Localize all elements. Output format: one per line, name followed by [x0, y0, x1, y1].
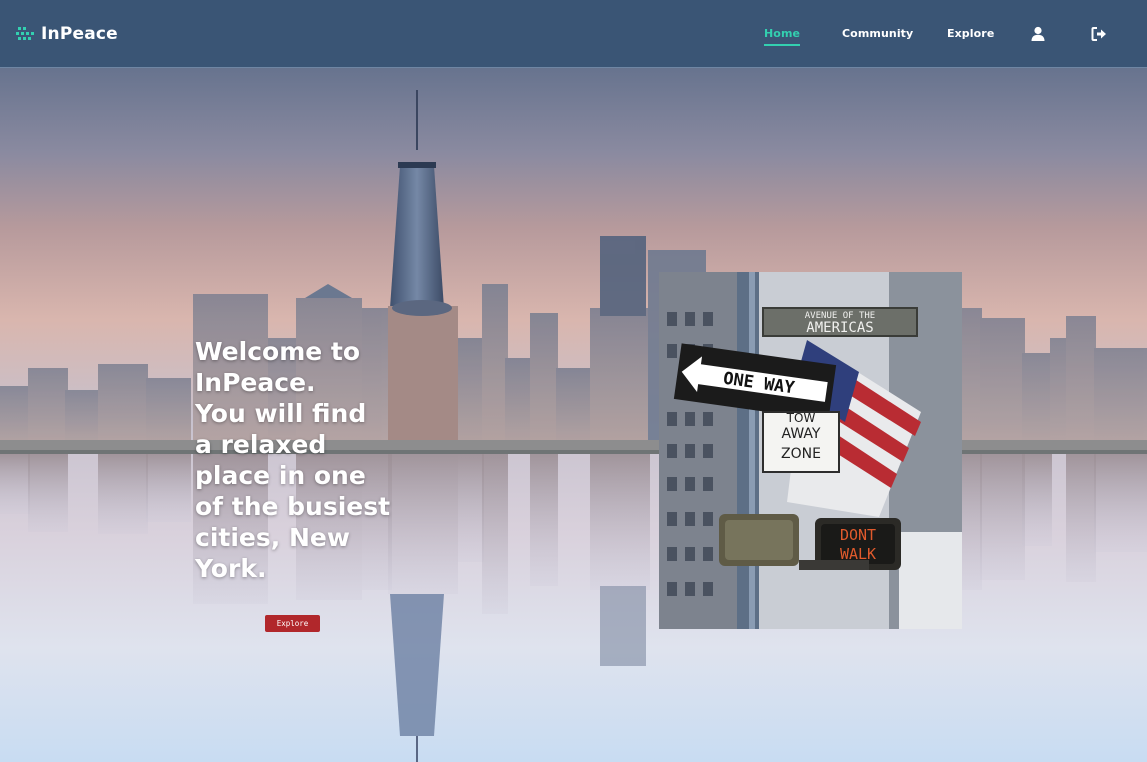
- street-signs-illustration: AVENUE OF THE AMERICAS ONE WAY TOW AWAY …: [659, 272, 962, 629]
- tow-sign-line2: AWAY: [782, 426, 821, 442]
- hero-line: a relaxed: [195, 430, 327, 459]
- hero-headline: Welcome to InPeace. You will find a rela…: [195, 336, 410, 584]
- hero-line: York.: [195, 554, 267, 583]
- sign-out-icon[interactable]: [1090, 25, 1108, 43]
- brand-logo-icon: [16, 27, 34, 40]
- brand[interactable]: InPeace: [16, 22, 118, 46]
- street-signs-photo: AVENUE OF THE AMERICAS ONE WAY TOW AWAY …: [659, 272, 962, 629]
- nav-home[interactable]: Home: [764, 27, 801, 46]
- top-navbar: InPeace Home Community Explore: [0, 0, 1147, 68]
- tow-sign-line3: ZONE: [781, 446, 821, 462]
- hero-line: place in one: [195, 461, 366, 490]
- hero-line: Welcome to: [195, 337, 361, 366]
- nav-home-label: Home: [764, 27, 801, 40]
- signal-text-1: DONT: [840, 526, 876, 544]
- brand-name: InPeace: [41, 24, 118, 44]
- skyline-illustration: [0, 90, 1147, 762]
- avenue-sign-main: AMERICAS: [806, 320, 873, 336]
- tow-sign-line1: TOW: [786, 411, 816, 425]
- hero-line: cities, New: [195, 523, 350, 552]
- hero-line: InPeace.: [195, 368, 316, 397]
- hero-line: You will find: [195, 399, 367, 428]
- active-underline: [764, 44, 801, 46]
- city-skyline-background: [0, 68, 1147, 762]
- nav-explore[interactable]: Explore: [947, 27, 994, 40]
- hero-line: of the busiest: [195, 492, 391, 521]
- explore-button[interactable]: Explore: [265, 615, 320, 632]
- nav-community[interactable]: Community: [842, 27, 913, 40]
- user-icon[interactable]: [1029, 25, 1047, 43]
